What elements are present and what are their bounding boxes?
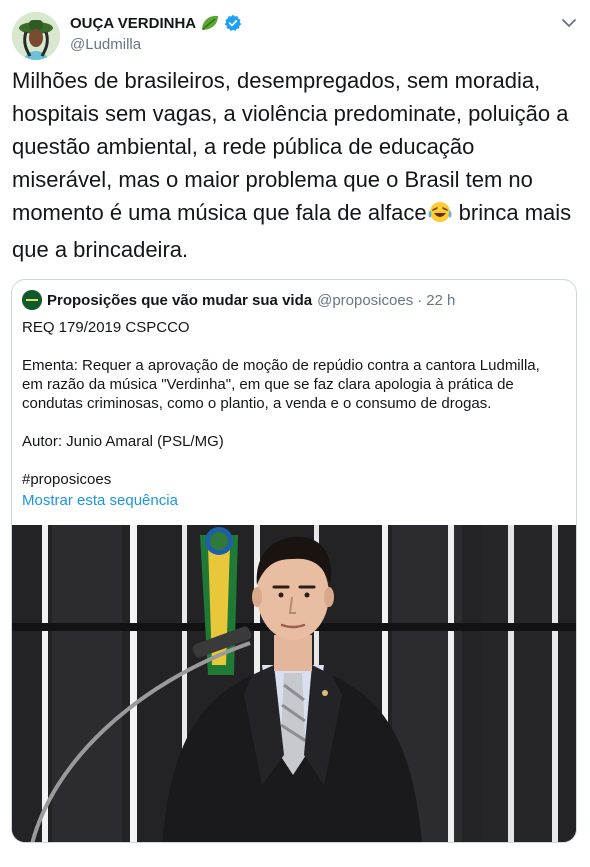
author-display-name[interactable]: OUÇA VERDINHA (70, 15, 196, 32)
quoted-photo[interactable] (12, 525, 576, 842)
show-thread-link[interactable]: Mostrar esta sequência (22, 491, 178, 510)
quoted-ementa: Ementa: Requer a aprovação de moção de r… (22, 357, 540, 412)
chevron-down-icon[interactable] (560, 14, 578, 32)
author-name-row[interactable]: OUÇA VERDINHA (70, 14, 242, 32)
quoted-separator: · (417, 291, 423, 309)
quoted-timestamp[interactable]: 22 h (426, 292, 455, 309)
quoted-autor: Autor: Junio Amaral (PSL/MG) (22, 433, 224, 450)
avatar-image (12, 12, 60, 60)
tweet-text: Milhões de brasileiros, desempregados, s… (12, 64, 578, 266)
quoted-hashtag[interactable]: #proposicoes (22, 470, 562, 489)
leaf-emoji-icon (202, 15, 219, 30)
quoted-tweet-card[interactable]: Proposições que vão mudar sua vida @prop… (11, 279, 577, 843)
quoted-header[interactable]: Proposições que vão mudar sua vida @prop… (22, 290, 455, 310)
quoted-body: REQ 179/2019 CSPCCO Ementa: Requer a apr… (22, 318, 562, 510)
quoted-req-line: REQ 179/2019 CSPCCO (22, 319, 190, 336)
verified-badge-icon (224, 14, 242, 31)
quoted-handle[interactable]: @proposicoes (317, 292, 413, 309)
quoted-display-name[interactable]: Proposições que vão mudar sua vida (47, 292, 312, 309)
author-avatar[interactable] (12, 12, 60, 60)
author-handle[interactable]: @Ludmilla (70, 36, 141, 53)
quoted-photo-illustration (12, 525, 576, 842)
quoted-avatar[interactable] (22, 290, 42, 310)
tears-of-joy-emoji-icon (427, 200, 453, 233)
